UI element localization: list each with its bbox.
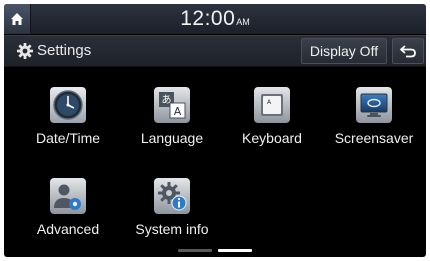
menu-item-label: Keyboard — [242, 130, 302, 146]
advanced-settings-icon — [50, 178, 86, 214]
gear-icon — [17, 43, 33, 59]
page-indicator — [4, 249, 426, 253]
menu-item-advanced[interactable]: Advanced — [18, 178, 118, 248]
status-bar: 12:00AM — [4, 4, 426, 34]
svg-text:A: A — [174, 105, 182, 118]
screensaver-icon — [356, 87, 392, 123]
title-bar: Settings Display Off — [4, 35, 426, 67]
clock-ampm: AM — [236, 17, 250, 27]
menu-item-system-info[interactable]: System info — [122, 178, 222, 248]
settings-screen: 12:00AM Settings Display Off Date/Time あ… — [4, 4, 426, 257]
clock-time: 12:00 — [180, 7, 236, 30]
menu-item-label: System info — [135, 221, 209, 237]
menu-item-label: Advanced — [36, 221, 100, 237]
keyboard-icon: A — [254, 87, 290, 123]
back-arrow-icon — [400, 45, 416, 58]
page-indicator-dot — [178, 249, 212, 252]
display-off-button[interactable]: Display Off — [301, 38, 387, 64]
menu-item-label: Date/Time — [35, 130, 101, 146]
menu-item-keyboard[interactable]: A Keyboard — [222, 87, 322, 157]
menu-item-label: Screensaver — [334, 130, 414, 146]
clock-icon — [50, 87, 86, 123]
menu-item-language[interactable]: あ A Language — [122, 87, 222, 157]
menu-item-label: Language — [140, 130, 204, 146]
menu-item-screensaver[interactable]: Screensaver — [324, 87, 424, 157]
back-button[interactable] — [392, 38, 424, 64]
menu-item-date-time[interactable]: Date/Time — [18, 87, 118, 157]
page-title: Settings — [37, 42, 92, 59]
clock: 12:00AM — [4, 7, 426, 31]
language-icon: あ A — [154, 87, 190, 123]
system-info-icon — [154, 178, 190, 214]
page-indicator-dot-active — [218, 249, 252, 252]
